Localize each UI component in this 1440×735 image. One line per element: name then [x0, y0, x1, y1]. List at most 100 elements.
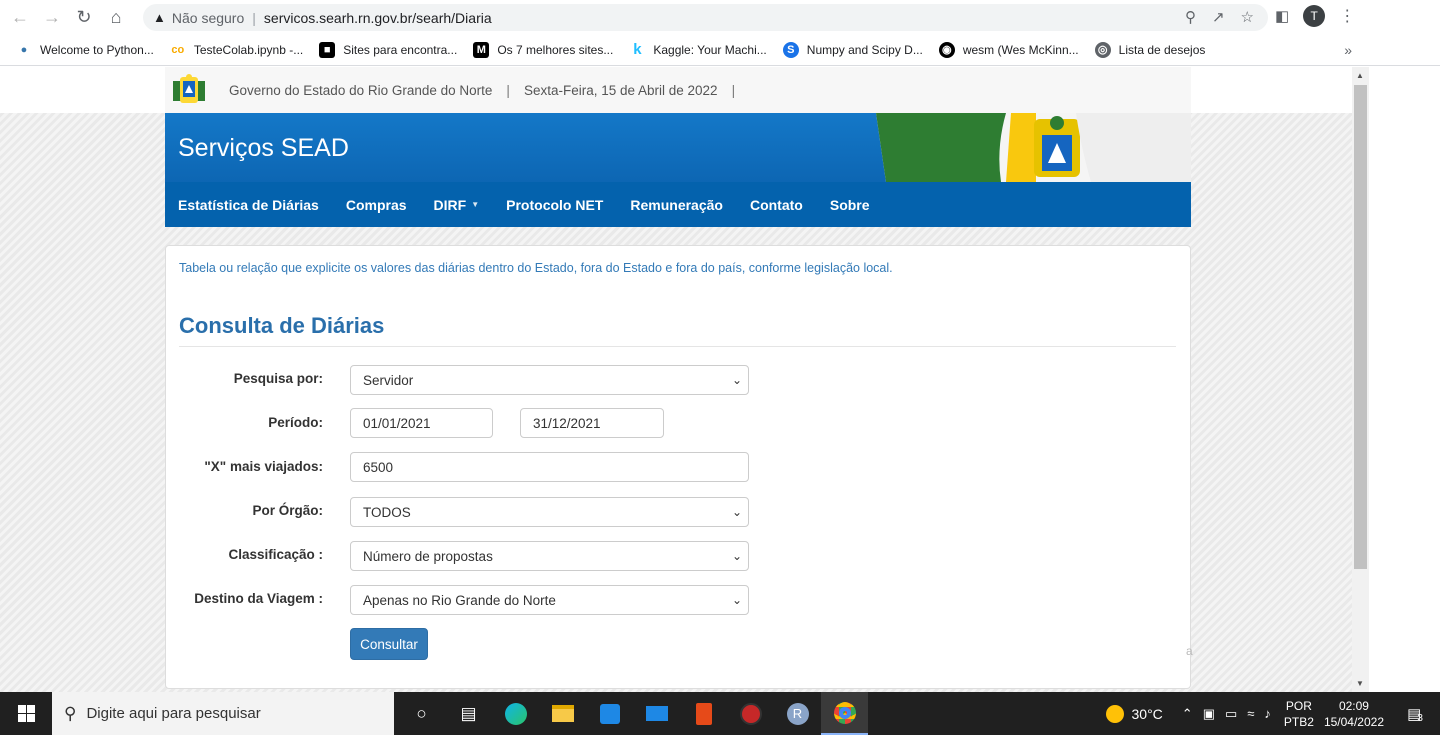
- header-divider: |: [731, 82, 736, 98]
- chevron-down-icon: ⌄: [731, 593, 742, 607]
- side-panel-icon[interactable]: ◧: [1275, 7, 1289, 25]
- bookmark-item[interactable]: ◉ wesm (Wes McKinn...: [938, 41, 1079, 58]
- nav-contato[interactable]: Contato: [750, 197, 803, 213]
- file-explorer-icon[interactable]: [539, 692, 586, 735]
- wifi-icon[interactable]: ≈: [1247, 706, 1254, 721]
- share-icon[interactable]: ↗: [1212, 8, 1225, 26]
- scroll-up-icon[interactable]: ▲: [1356, 71, 1364, 80]
- kaggle-icon: k: [633, 41, 642, 58]
- colab-icon: co: [171, 43, 185, 56]
- back-icon[interactable]: ←: [8, 5, 32, 29]
- language-indicator[interactable]: POR PTB2: [1284, 698, 1314, 730]
- github-icon: ◉: [938, 41, 955, 58]
- stray-text: a: [1186, 644, 1193, 658]
- top-travelers-input[interactable]: 6500: [350, 452, 749, 482]
- nav-remuneracao[interactable]: Remuneração: [630, 197, 723, 213]
- medium-icon: M: [473, 41, 490, 58]
- bookmarks-overflow-button[interactable]: »: [1344, 42, 1352, 58]
- caret-down-icon: ▼: [471, 200, 480, 209]
- store-icon[interactable]: [586, 692, 633, 735]
- clock[interactable]: 02:09 15/04/2022: [1324, 698, 1384, 730]
- period-start-input[interactable]: 01/01/2021: [350, 408, 493, 438]
- title-divider: [179, 346, 1176, 347]
- windows-logo-icon: [17, 705, 35, 722]
- tray-expand-icon[interactable]: ⌃: [1182, 706, 1193, 722]
- organ-select[interactable]: TODOS ⌄: [350, 497, 749, 527]
- r-app-icon[interactable]: R: [774, 692, 821, 735]
- destination-select[interactable]: Apenas no Rio Grande do Norte ⌄: [350, 585, 749, 615]
- globe-icon: ◎: [1094, 41, 1111, 58]
- site-title[interactable]: Serviços SEAD: [178, 134, 349, 163]
- volume-icon[interactable]: ♪: [1264, 706, 1271, 721]
- main-nav: Estatística de Diárias Compras DIRF ▼ Pro…: [165, 182, 1191, 227]
- home-icon[interactable]: ⌂: [104, 5, 128, 29]
- office-icon[interactable]: [680, 692, 727, 735]
- task-view-icon[interactable]: ▤: [445, 692, 492, 735]
- search-by-select[interactable]: Servidor ⌄: [350, 365, 749, 395]
- bookmark-item[interactable]: k Kaggle: Your Machi...: [629, 41, 767, 58]
- bookmark-item[interactable]: ● Welcome to Python...: [16, 42, 154, 58]
- page-title: Consulta de Diárias: [179, 313, 385, 338]
- destination-label: Destino da Viagem :: [194, 591, 323, 606]
- scipy-icon: S: [782, 41, 799, 58]
- organ-label: Por Órgão:: [252, 503, 323, 518]
- nav-protocolo-net[interactable]: Protocolo NET: [506, 197, 603, 213]
- bookmark-item[interactable]: M Os 7 melhores sites...: [473, 41, 613, 58]
- classification-select[interactable]: Número de propostas ⌄: [350, 541, 749, 571]
- notification-count: 3: [1417, 713, 1423, 724]
- not-secure-label[interactable]: Não seguro: [172, 10, 244, 26]
- organ-value: TODOS: [363, 504, 411, 520]
- url-text[interactable]: servicos.searh.rn.gov.br/searh/Diaria: [264, 10, 492, 26]
- media-icon: ■: [319, 41, 336, 58]
- search-icon: ⚲: [64, 703, 77, 723]
- consultar-button[interactable]: Consultar: [350, 628, 428, 660]
- header-date: Sexta-Feira, 15 de Abril de 2022: [523, 82, 718, 98]
- cortana-icon[interactable]: ○: [398, 692, 445, 735]
- intro-text: Tabela ou relação que explicite os valor…: [179, 261, 893, 275]
- menu-kebab-icon[interactable]: ⋮: [1339, 6, 1355, 26]
- forward-icon[interactable]: →: [40, 5, 64, 29]
- chrome-icon[interactable]: [821, 692, 868, 735]
- content-panel: Tabela ou relação que explicite os valor…: [165, 245, 1193, 689]
- nav-compras[interactable]: Compras: [346, 197, 407, 213]
- clock-time: 02:09: [1338, 698, 1369, 713]
- period-end-input[interactable]: 31/12/2021: [520, 408, 664, 438]
- mail-icon[interactable]: [633, 692, 680, 735]
- browser-toolbar: ← → ↻ ⌂ ▲ Não seguro | servicos.searh.rn…: [0, 0, 1440, 34]
- chevron-down-icon: ⌄: [731, 549, 742, 563]
- state-crest-icon: [173, 74, 205, 103]
- bookmark-item[interactable]: ■ Sites para encontra...: [319, 41, 457, 58]
- site-banner: Serviços SEAD: [165, 113, 1191, 182]
- notification-center-button[interactable]: ▤ 3: [1400, 699, 1430, 729]
- zoom-icon[interactable]: ⚲: [1185, 8, 1196, 26]
- scroll-thumb[interactable]: [1354, 85, 1367, 569]
- temperature: 30°C: [1131, 705, 1163, 722]
- reload-icon[interactable]: ↻: [72, 5, 96, 29]
- page-scrollbar[interactable]: ▲ ▼: [1352, 67, 1369, 692]
- weather-widget[interactable]: 30°C: [1105, 704, 1163, 723]
- edge-icon[interactable]: [492, 692, 539, 735]
- windows-start-button[interactable]: [0, 692, 52, 735]
- clock-date: 15/04/2022: [1323, 714, 1384, 729]
- period-label: Período:: [268, 415, 323, 430]
- bookmark-star-icon[interactable]: ☆: [1241, 8, 1254, 26]
- python-icon: ●: [20, 43, 28, 56]
- nav-sobre[interactable]: Sobre: [830, 197, 870, 213]
- bookmark-item[interactable]: ◎ Lista de desejos: [1094, 41, 1205, 58]
- profile-avatar[interactable]: T: [1303, 5, 1326, 27]
- system-tray: 30°C ⌃ ▣ ▭ ≈ ♪ POR PTB2 02:09 15/04/2022…: [1105, 692, 1440, 735]
- app-red-icon[interactable]: [727, 692, 774, 735]
- taskbar-search[interactable]: ⚲ Digite aqui para pesquisar: [52, 692, 394, 735]
- scroll-down-icon[interactable]: ▼: [1356, 679, 1364, 688]
- battery-icon[interactable]: ▭: [1225, 706, 1237, 722]
- warning-icon[interactable]: ▲: [153, 10, 166, 25]
- chevron-down-icon: ⌄: [731, 373, 742, 387]
- meet-now-icon[interactable]: ▣: [1203, 706, 1215, 722]
- bookmark-item[interactable]: S Numpy and Scipy D...: [782, 41, 923, 58]
- nav-dirf[interactable]: DIRF ▼: [434, 197, 480, 213]
- bookmark-item[interactable]: co TesteColab.ipynb -...: [170, 42, 303, 58]
- nav-estatistica-diarias[interactable]: Estatística de Diárias: [178, 197, 319, 213]
- destination-value: Apenas no Rio Grande do Norte: [363, 592, 556, 608]
- address-bar[interactable]: ▲ Não seguro | servicos.searh.rn.gov.br/…: [143, 4, 1268, 31]
- top-travelers-label: "X" mais viajados:: [204, 459, 323, 474]
